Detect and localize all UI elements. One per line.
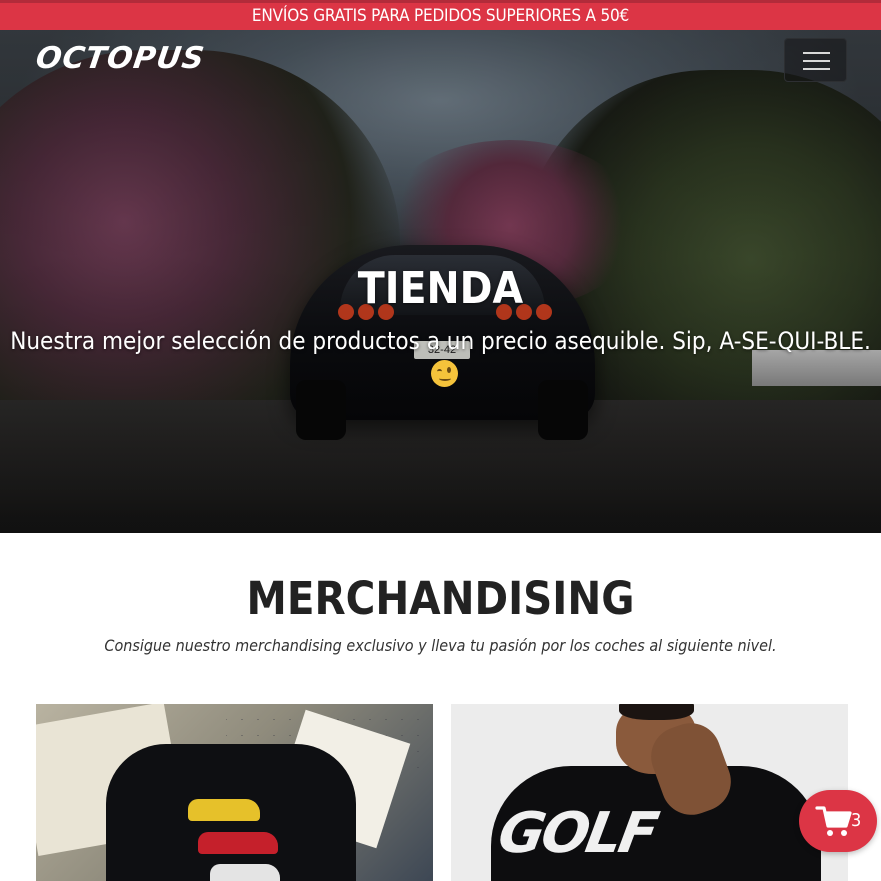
- hamburger-menu-button[interactable]: [784, 38, 847, 82]
- octopus-logo[interactable]: OCTOPUS: [34, 41, 207, 76]
- hero-title: TIENDA: [357, 263, 524, 314]
- model-hair: [619, 704, 694, 720]
- product-card-hoodie[interactable]: [36, 704, 433, 881]
- print-car-yellow: [188, 799, 260, 821]
- hamburger-menu-icon: [803, 60, 830, 62]
- hamburger-menu-icon: [803, 68, 830, 70]
- promo-banner: ENVÍOS GRATIS PARA PEDIDOS SUPERIORES A …: [0, 0, 881, 30]
- promo-text: ENVÍOS GRATIS PARA PEDIDOS SUPERIORES A …: [251, 6, 630, 26]
- product-card-tshirt[interactable]: GOLF: [451, 704, 848, 881]
- print-car-white: [210, 864, 280, 881]
- hamburger-menu-icon: [803, 52, 830, 54]
- hero-subtitle: Nuestra mejor selección de productos a u…: [10, 327, 871, 355]
- shopping-cart-icon: [815, 806, 852, 836]
- merchandising-title: MERCHANDISING: [246, 572, 635, 625]
- cart-button[interactable]: 3: [799, 790, 877, 852]
- tshirt-print-text: GOLF: [493, 801, 661, 866]
- print-car-red: [198, 832, 278, 854]
- hero-subtitle-line: Nuestra mejor selección de productos a u…: [0, 324, 881, 392]
- winking-face-icon: [431, 360, 458, 387]
- black-hoodie-car-print-image: [106, 744, 356, 881]
- cart-count-badge: 3: [851, 810, 862, 831]
- merchandising-subtitle: Consigue nuestro merchandising exclusivo…: [104, 636, 777, 655]
